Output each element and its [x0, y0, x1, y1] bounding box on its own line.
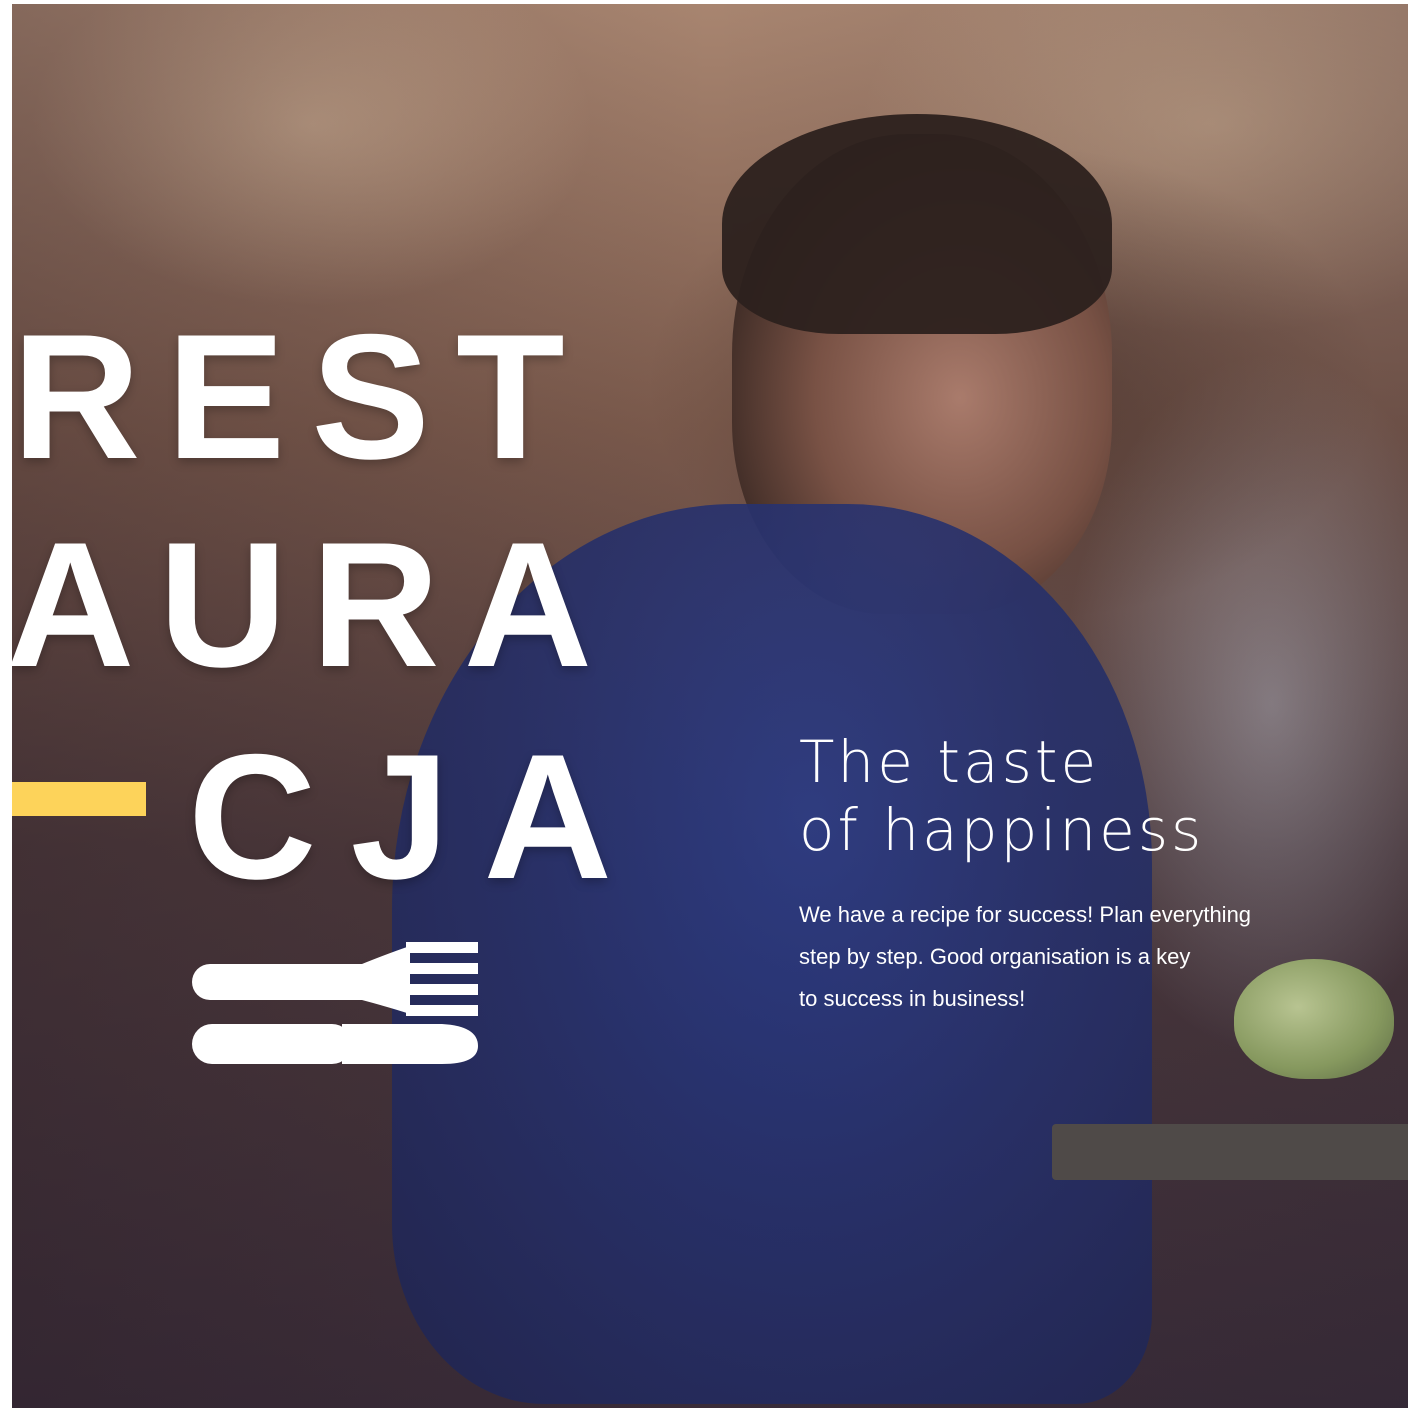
brand-logo-line-2: AURA — [12, 505, 617, 704]
hero-tagline: The taste of happiness — [799, 728, 1204, 864]
hero-photo-person-hair — [722, 114, 1112, 334]
fork-and-knife-icon — [192, 942, 478, 1064]
hero-description: We have a recipe for success! Plan every… — [799, 894, 1319, 1020]
hero-tagline-line-1: The taste — [799, 728, 1100, 796]
hero-description-line-3: to success in business! — [799, 986, 1026, 1011]
hero-section: REST AURA CJA The taste of happiness We … — [12, 4, 1408, 1408]
accent-bar — [12, 782, 146, 816]
hero-photo-table — [1052, 1124, 1408, 1180]
hero-description-line-1: We have a recipe for success! Plan every… — [799, 902, 1252, 927]
brand-logo-line-1: REST — [12, 297, 591, 496]
hero-description-line-2: step by step. Good organisation is a key — [799, 944, 1191, 969]
brand-logo-line-3: CJA — [188, 717, 647, 916]
hero-tagline-line-2: of happiness — [799, 796, 1205, 864]
